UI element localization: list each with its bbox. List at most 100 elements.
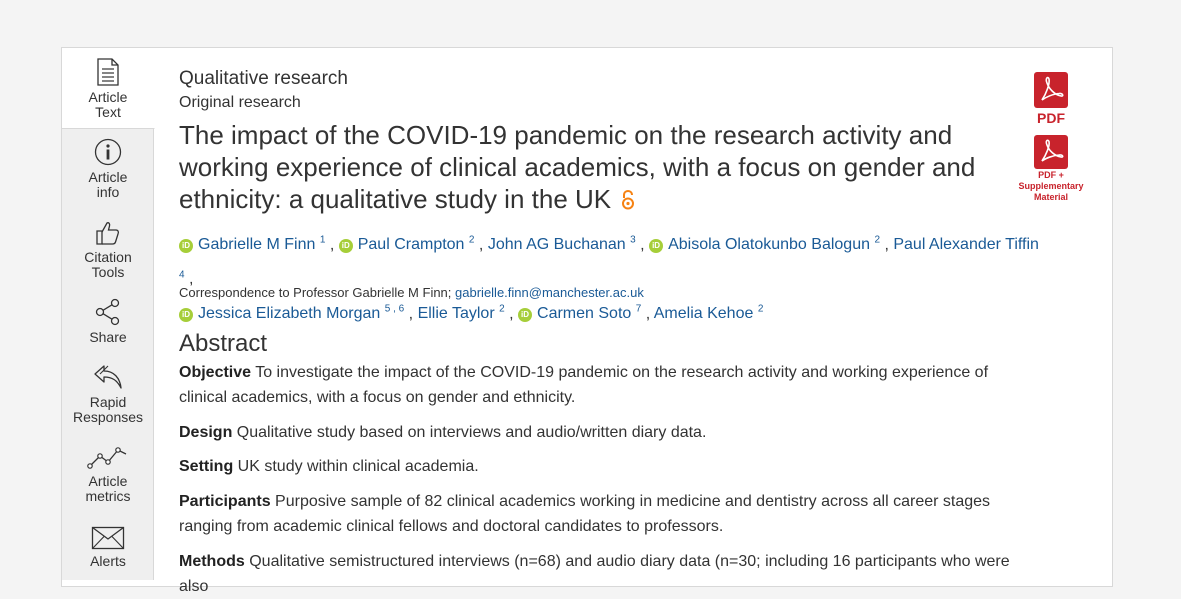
sidebar-item-label: Article metrics xyxy=(62,474,154,504)
author-name: Amelia Kehoe xyxy=(653,304,754,322)
correspondence-email-link[interactable]: gabrielle.finn@manchester.ac.uk xyxy=(455,285,644,300)
pdf-supp-label-line1: PDF + xyxy=(1038,170,1064,180)
sidebar-label-line2: Text xyxy=(95,104,121,120)
author-affiliation: 5 , 6 xyxy=(384,303,405,315)
pdf-supplementary-button[interactable]: PDF + Supplementary Material xyxy=(1018,135,1084,203)
sidebar-label-line1: Rapid xyxy=(89,394,127,410)
author-affiliation: 1 xyxy=(319,235,326,246)
pdf-supp-label-line2: Supplementary xyxy=(1018,181,1084,191)
author-affiliation: 4 xyxy=(179,269,185,281)
author-affiliation: 2 xyxy=(468,235,475,246)
orcid-icon[interactable]: iD xyxy=(649,239,664,254)
author-entry: iD Paul Crampton 2 xyxy=(338,235,475,254)
info-icon xyxy=(94,138,122,166)
abstract-setting: Setting UK study within clinical academi… xyxy=(179,454,1039,479)
author-entry: iD Carmen Soto 7 xyxy=(518,303,642,322)
article-title-text: The impact of the COVID-19 pandemic on t… xyxy=(179,120,976,214)
abstract-text: UK study within clinical academia. xyxy=(237,458,479,475)
orcid-icon[interactable]: iD xyxy=(179,307,193,322)
sidebar-label-line1: Article xyxy=(88,169,128,185)
author-name: John AG Buchanan xyxy=(487,236,626,254)
author-entry: Ellie Taylor 2 xyxy=(417,303,505,322)
sidebar-label-line2: metrics xyxy=(85,488,131,504)
author-affiliation: 2 xyxy=(874,235,880,246)
abstract-text: Qualitative study based on interviews an… xyxy=(236,424,707,441)
correspondence: Correspondence to Professor Gabrielle M … xyxy=(179,285,644,300)
author-link[interactable]: Ellie Taylor 2 xyxy=(417,303,505,322)
author-link[interactable]: Paul Crampton 2 xyxy=(358,235,475,253)
author-entry: iD Jessica Elizabeth Morgan 5 , 6 xyxy=(179,303,405,322)
author-entry: iD Abisola Olatokunbo Balogun 2 xyxy=(649,235,880,254)
open-access-icon xyxy=(621,185,635,217)
article-subsection: Original research xyxy=(179,94,301,111)
author-link[interactable]: Jessica Elizabeth Morgan 5 , 6 xyxy=(198,303,405,322)
sidebar-item-label: Rapid Responses xyxy=(62,395,154,425)
sidebar-label-line2: Responses xyxy=(72,409,144,425)
author-affiliation: 2 xyxy=(499,303,505,315)
abstract-heading: Abstract xyxy=(179,330,268,357)
orcid-icon[interactable]: iD xyxy=(179,239,193,254)
abstract-text: To investigate the impact of the COVID-1… xyxy=(179,364,989,406)
orcid-icon[interactable]: iD xyxy=(338,239,353,254)
author-name: Carmen Soto xyxy=(537,304,632,322)
author-name: Gabrielle M Finn xyxy=(198,236,316,254)
pdf-supplementary-icon xyxy=(1034,135,1068,169)
abstract-objective: Objective To investigate the impact of t… xyxy=(179,360,1039,410)
pdf-icon xyxy=(1034,72,1068,108)
correspondence-label: Correspondence to Professor Gabrielle M … xyxy=(179,285,452,300)
author-affiliation: 7 xyxy=(635,303,642,315)
sidebar-item-article-info[interactable]: Article info xyxy=(62,138,154,200)
author-link[interactable]: Carmen Soto 7 xyxy=(537,303,642,322)
sidebar-item-rapid-responses[interactable]: Rapid Responses xyxy=(62,363,154,425)
author-affiliation: 2 xyxy=(757,303,764,315)
abstract-methods: Methods Qualitative semistructured inter… xyxy=(179,549,1039,599)
author-name: Jessica Elizabeth Morgan xyxy=(198,304,381,322)
sidebar-item-article-text[interactable]: Article Text xyxy=(62,48,155,129)
reply-icon xyxy=(94,365,122,389)
sidebar-label-line1: Alerts xyxy=(90,553,126,569)
author-link[interactable]: John AG Buchanan 3 xyxy=(487,235,636,254)
abstract-label: Participants xyxy=(179,493,271,510)
pdf-download-button[interactable]: PDF xyxy=(1018,72,1084,126)
abstract-text: Purposive sample of 82 clinical academic… xyxy=(179,493,991,535)
sidebar-item-label: Citation Tools xyxy=(62,250,154,280)
author-link[interactable]: Amelia Kehoe 2 xyxy=(653,303,764,322)
sidebar-label-line1: Share xyxy=(89,329,127,345)
sidebar-item-alerts[interactable]: Alerts xyxy=(62,526,154,569)
share-icon xyxy=(95,298,120,326)
author-entry: John AG Buchanan 3 xyxy=(487,235,636,254)
author-link[interactable]: Abisola Olatokunbo Balogun 2 xyxy=(668,235,880,254)
article-title: The impact of the COVID-19 pandemic on t… xyxy=(179,119,1009,217)
sidebar-item-label: Share xyxy=(62,330,154,345)
abstract-label: Setting xyxy=(179,458,234,475)
sidebar-item-citation-tools[interactable]: Citation Tools xyxy=(62,220,154,280)
author-link[interactable]: Gabrielle M Finn 1 xyxy=(198,235,326,254)
sidebar-item-label: Alerts xyxy=(62,554,154,569)
abstract-text: Qualitative semistructured interviews (n… xyxy=(179,553,1010,595)
abstract-label: Objective xyxy=(179,364,252,381)
sidebar-item-label: Article info xyxy=(62,170,154,200)
author-entry: iD Gabrielle M Finn 1 xyxy=(179,235,326,254)
article-section: Qualitative research xyxy=(179,68,348,89)
metrics-chart-icon xyxy=(87,447,127,469)
abstract-label: Methods xyxy=(179,553,245,570)
sidebar-label-line1: Article xyxy=(88,89,128,105)
envelope-icon xyxy=(91,526,125,550)
author-name: Ellie Taylor xyxy=(417,304,495,322)
sidebar-label-line2: Tools xyxy=(91,264,125,280)
sidebar-label-line2: info xyxy=(96,184,120,200)
sidebar-label-line1: Article xyxy=(88,473,128,489)
author-entry: Amelia Kehoe 2 xyxy=(653,303,764,322)
sidebar-item-share[interactable]: Share xyxy=(62,298,154,345)
thumbs-up-icon xyxy=(96,222,120,245)
author-affiliation: 3 xyxy=(630,235,636,246)
author-list: iD Gabrielle M Finn 1 , iD Paul Crampton 2… xyxy=(179,235,1039,322)
document-icon xyxy=(97,58,119,86)
sidebar-label-line1: Citation xyxy=(84,249,132,265)
sidebar-item-label: Article Text xyxy=(62,90,154,120)
pdf-label: PDF xyxy=(1037,110,1065,126)
orcid-icon[interactable]: iD xyxy=(518,307,533,322)
author-name: Abisola Olatokunbo Balogun xyxy=(668,236,870,254)
sidebar-item-article-metrics[interactable]: Article metrics xyxy=(62,444,154,504)
abstract-label: Design xyxy=(179,424,233,441)
